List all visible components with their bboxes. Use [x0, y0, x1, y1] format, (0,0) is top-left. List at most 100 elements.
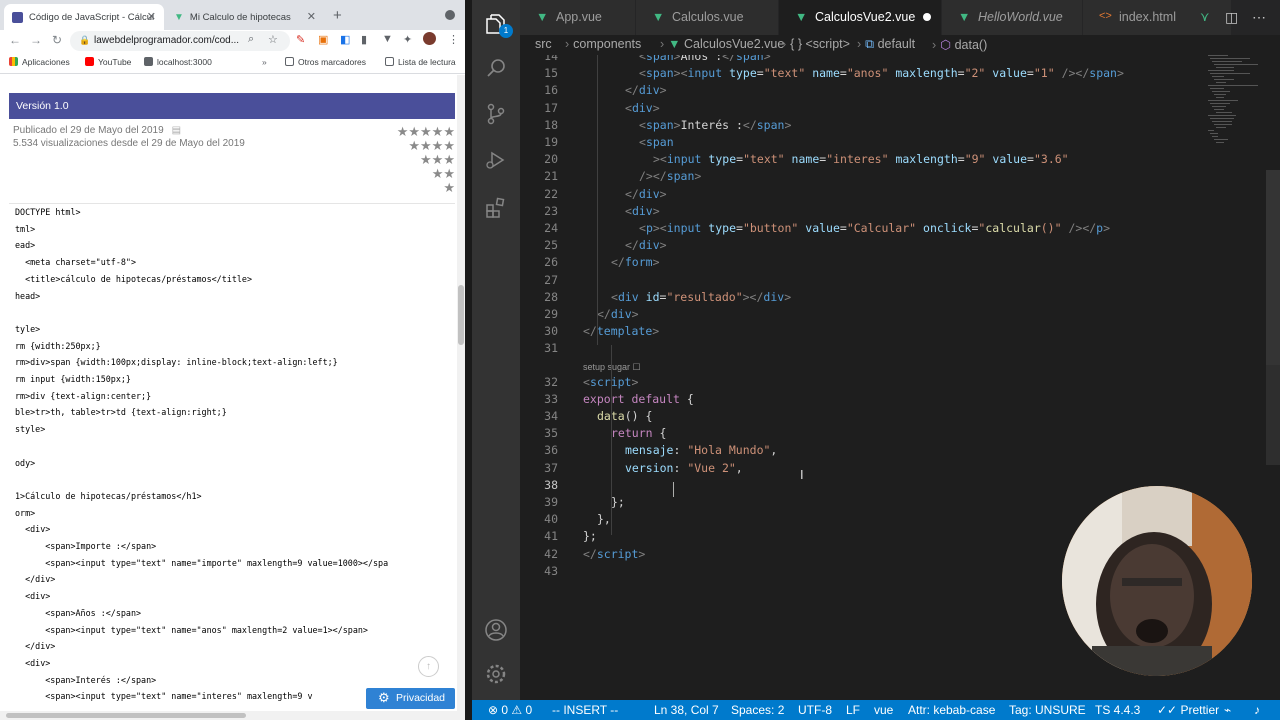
horizontal-scrollbar[interactable] — [0, 711, 465, 720]
source-line: <span><input type="text" name="importe" … — [15, 557, 389, 568]
more-bookmarks-icon[interactable]: » — [262, 57, 267, 67]
code-line: version: "Vue 2", — [625, 460, 743, 475]
bookmark-localhost[interactable]: localhost:3000 — [144, 57, 212, 67]
search-icon[interactable] — [484, 56, 508, 80]
prettier-status[interactable]: ✓✓ Prettier — [1157, 703, 1219, 717]
minimap-line — [1212, 76, 1224, 77]
source-line: tyle> — [15, 323, 41, 334]
source-line: <span>Interés :</span> — [15, 674, 157, 685]
extension-icon[interactable]: ✎ — [296, 33, 305, 46]
tab-calculos-vue[interactable]: ▼ Calculos.vue — [636, 0, 778, 35]
privacy-button[interactable]: ⚙ Privacidad — [366, 688, 455, 709]
webcam-person-image — [1062, 486, 1252, 676]
breadcrumb-script[interactable]: ›{ } <script> — [778, 37, 850, 51]
minimap-line — [1210, 103, 1230, 104]
source-line: <meta charset="utf-8"> — [15, 257, 137, 268]
extension-icon[interactable]: ▼ — [382, 33, 393, 45]
zoom-icon[interactable]: ⌕ — [248, 33, 254, 46]
notifications-bell-icon[interactable]: ♪ — [1254, 703, 1260, 717]
tab-calculosvue2-vue[interactable]: ▼ CalculosVue2.vue — [779, 0, 941, 35]
indent-guide — [597, 55, 598, 345]
text-cursor — [673, 482, 674, 497]
bookmark-apps[interactable]: Aplicaciones — [9, 57, 70, 67]
line-number: 42 — [544, 546, 558, 561]
back-icon[interactable]: ← — [9, 33, 21, 47]
breadcrumb-data[interactable]: › ⬡ data() — [928, 37, 987, 52]
language-mode[interactable]: vue — [874, 703, 893, 717]
minimap-line — [1208, 70, 1234, 71]
bookmark-youtube[interactable]: YouTube — [85, 57, 131, 67]
vue-icon[interactable]: ⋎ — [1200, 9, 1210, 25]
tab-label: CalculosVue2.vue — [815, 10, 916, 24]
indentation[interactable]: Spaces: 2 — [731, 703, 784, 717]
warning-count: 0 — [525, 703, 533, 717]
minimap-line — [1216, 127, 1226, 128]
line-number: 39 — [544, 495, 558, 509]
line-number: 26 — [544, 255, 558, 270]
account-icon[interactable] — [484, 618, 508, 642]
minimap-line — [1212, 61, 1242, 62]
tab-app-vue[interactable]: ▼ App.vue — [520, 0, 635, 35]
reload-icon[interactable]: ↻ — [52, 33, 62, 47]
breadcrumb-default[interactable]: › ⧉ default — [853, 37, 915, 52]
vue-file-icon: ▼ — [652, 10, 665, 24]
encoding[interactable]: UTF-8 — [798, 703, 832, 717]
browser-tab-2[interactable]: ▼ Mi Calculo de hipotecas ✕ — [166, 4, 324, 30]
close-tab-icon[interactable]: ✕ — [307, 10, 316, 23]
breadcrumb-components[interactable]: › components — [561, 37, 641, 51]
line-number: 43 — [544, 563, 558, 578]
html-file-icon: <> — [1099, 10, 1112, 22]
minimap[interactable] — [1204, 55, 1266, 175]
bookmark-star-icon[interactable]: ☆ — [268, 33, 278, 46]
editor-scrollbar[interactable] — [1266, 170, 1280, 365]
code-line: </div> — [625, 186, 667, 201]
extension-icon[interactable]: ◧ — [340, 33, 350, 46]
browser-tab-1[interactable]: Código de JavaScript - Cálcul ✕ — [4, 4, 164, 30]
rating-row-1[interactable]: ★ — [443, 180, 455, 196]
extension-icon[interactable]: ▮ — [361, 33, 367, 46]
unsaved-dot-icon[interactable] — [923, 13, 931, 21]
more-actions-icon[interactable]: ⋯ — [1252, 9, 1266, 26]
published-text: Publicado el 29 de Mayo del 2019 — [13, 125, 164, 136]
run-debug-icon[interactable] — [484, 148, 508, 172]
feedback-icon[interactable]: ⌁ — [1224, 703, 1231, 717]
extensions-puzzle-icon[interactable]: ✦ — [403, 33, 412, 46]
problems-indicator[interactable]: ⊗ 0 ⚠ 0 — [488, 703, 532, 717]
scroll-top-icon[interactable]: ↑ — [418, 656, 439, 677]
gear-icon: ⚙ — [378, 690, 390, 705]
record-icon — [445, 10, 455, 20]
browser-tab-title: Código de JavaScript - Cálcul — [29, 11, 155, 23]
page-scrollbar[interactable] — [457, 75, 465, 711]
split-editor-icon[interactable]: ◫ — [1225, 9, 1238, 26]
line-number: 15 — [544, 66, 558, 81]
breadcrumb-src[interactable]: src — [535, 37, 552, 51]
source-control-icon[interactable] — [484, 102, 508, 126]
close-tab-icon[interactable]: ✕ — [147, 10, 156, 23]
end-of-line[interactable]: LF — [846, 703, 860, 717]
tab-helloworld-vue[interactable]: ▼ HelloWorld.vue — [942, 0, 1082, 35]
bookmark-other[interactable]: Otros marcadores — [285, 57, 366, 67]
code-line: </form> — [611, 255, 660, 270]
attr-case[interactable]: Attr: kebab-case — [908, 703, 995, 717]
minimap-line — [1214, 79, 1234, 80]
ts-version[interactable]: TS 4.4.3 — [1095, 703, 1140, 717]
code-line: <span>Años :</span> — [639, 55, 771, 63]
settings-gear-icon[interactable] — [484, 662, 508, 686]
browser-tabstrip: Código de JavaScript - Cálcul ✕ ▼ Mi Cal… — [0, 0, 465, 30]
tag-case[interactable]: Tag: UNSURE — [1009, 703, 1086, 717]
breadcrumb-file[interactable]: › ▼ CalculosVue2.vue — [656, 37, 784, 51]
address-bar[interactable]: 🔒 lawebdelprogramador.com/cod... — [70, 31, 290, 51]
profile-avatar[interactable] — [423, 32, 436, 45]
cursor-position[interactable]: Ln 38, Col 7 — [654, 703, 719, 717]
menu-kebab-icon[interactable]: ⋮ — [448, 33, 459, 46]
code-line: <span — [639, 135, 674, 149]
line-number: 21 — [544, 169, 558, 184]
minimap-line — [1210, 133, 1218, 134]
bookmark-reading-list[interactable]: Lista de lectura — [385, 57, 456, 67]
forward-icon[interactable]: → — [30, 33, 42, 47]
extensions-icon[interactable] — [484, 196, 508, 220]
new-tab-icon[interactable]: + — [333, 7, 342, 24]
extension-icon[interactable]: ▣ — [318, 33, 328, 46]
vue-file-icon: ▼ — [668, 37, 681, 51]
print-icon[interactable]: ▤ — [172, 125, 181, 136]
